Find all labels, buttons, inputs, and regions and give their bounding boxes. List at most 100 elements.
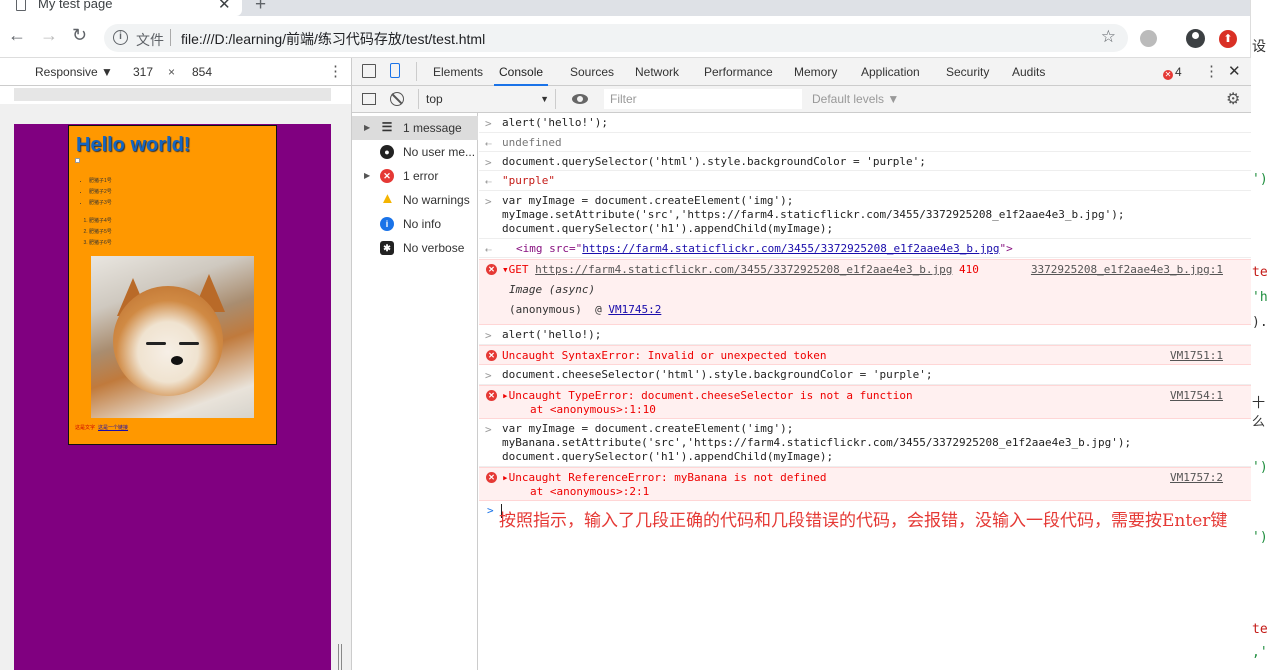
footer-link[interactable]: 这是一个链接 (98, 425, 128, 431)
sidebar-item-label: No warnings (403, 193, 470, 207)
console-input: var myImage = document.createElement('im… (502, 422, 794, 435)
sidebar-item-messages[interactable]: ▶ ☰ 1 message (352, 116, 478, 140)
reload-button[interactable]: ↻ (72, 25, 87, 46)
console-log: > alert('hello!'); ⇠ undefined > documen… (479, 113, 1251, 670)
bg-text: ,' (1252, 645, 1268, 660)
extension-globe-icon[interactable] (1140, 30, 1157, 47)
error-icon: ✕ (1163, 70, 1173, 80)
log-levels-select[interactable]: Default levels ▼ (812, 92, 899, 106)
page-heading: Hello world! (76, 134, 191, 156)
console-input: myImage.setAttribute('src','https://farm… (502, 208, 1125, 221)
ordered-list: 肥猪子4号 肥猪子5号 肥猪子6号 (89, 216, 112, 249)
live-expression-eye-icon[interactable] (572, 94, 588, 104)
context-select[interactable]: top ▼ (418, 89, 556, 109)
input-chevron-icon: > (485, 156, 492, 169)
source-link[interactable]: VM1757:2 (1170, 471, 1223, 484)
more-options-icon[interactable]: ⋮ (328, 62, 343, 80)
console-error-row: ✕ ▸Uncaught ReferenceError: myBanana is … (479, 467, 1251, 501)
bug-icon: ✱ (380, 241, 394, 255)
dog-eye (179, 342, 199, 345)
tab-application[interactable]: Application (861, 58, 920, 86)
ruler-bar[interactable] (14, 88, 331, 101)
stack-link[interactable]: VM1745:2 (608, 303, 661, 316)
bg-text: ') (1252, 172, 1268, 187)
tab-security[interactable]: Security (946, 58, 989, 86)
sidebar-item-label: 1 error (403, 169, 439, 183)
sidebar-item-label: No user me... (403, 145, 476, 159)
error-count: 4 (1175, 65, 1182, 79)
image-link[interactable]: https://farm4.staticflickr.com/3455/3372… (582, 242, 999, 255)
device-mode-select[interactable]: Responsive ▼ (35, 65, 113, 79)
input-chevron-icon: > (485, 423, 492, 436)
tab-performance[interactable]: Performance (704, 58, 773, 86)
sidebar-item-user-messages[interactable]: ● No user me... (352, 140, 478, 164)
context-value: top (426, 92, 443, 106)
gear-icon[interactable]: ⚙ (1226, 89, 1240, 109)
new-tab-button[interactable]: + (255, 0, 266, 16)
filter-input[interactable]: Filter (604, 89, 802, 109)
element-tag-end: "> (999, 242, 1013, 255)
expand-triangle-icon[interactable]: ▶ (364, 116, 370, 140)
close-devtools-icon[interactable]: ✕ (1228, 62, 1241, 80)
info-icon[interactable]: i (113, 30, 128, 45)
tab-elements[interactable]: Elements (433, 58, 483, 86)
console-input-row: > document.cheeseSelector('html').style.… (479, 365, 1251, 385)
console-output: "purple" (502, 174, 555, 187)
output-chevron-icon: ⇠ (485, 137, 492, 150)
account-avatar-icon[interactable] (1186, 29, 1205, 48)
url-text[interactable]: file:///D:/learning/前端/练习代码存放/test/test.… (181, 29, 485, 49)
viewport-width-input[interactable]: 317 (133, 65, 153, 79)
sidebar-item-warnings[interactable]: ▲ No warnings (352, 188, 478, 212)
tab-audits[interactable]: Audits (1012, 58, 1045, 86)
stack-frame: (anonymous) @ VM1745:2 (509, 303, 661, 317)
dog-nose (171, 356, 183, 365)
bg-text: ') (1252, 460, 1268, 475)
bg-text: 'h (1252, 290, 1268, 305)
console-output: <img src="https://farm4.staticflickr.com… (516, 242, 1013, 256)
info-icon: i (380, 217, 394, 231)
viewport-height-input[interactable]: 854 (192, 65, 212, 79)
source-link[interactable]: VM1754:1 (1170, 389, 1223, 402)
extension-shield-icon[interactable]: ⬆ (1219, 30, 1237, 48)
annotation-text: 按照指示，输入了几段正确的代码和几段错误的代码，会报错，没输入一段代码，需要按E… (499, 511, 1228, 531)
console-prompt[interactable]: > 按照指示，输入了几段正确的代码和几段错误的代码，会报错，没输入一段代码，需要… (479, 501, 1251, 670)
tab-sources[interactable]: Sources (570, 58, 614, 86)
device-toolbar: Responsive ▼ 317 × 854 ⋮ (0, 58, 351, 86)
page-body: Hello world! 肥猪子1号 肥猪子2号 肥猪子3号 肥猪子4号 肥猪子… (68, 125, 277, 445)
sidebar-item-label: No info (403, 217, 442, 231)
media-query-bar (0, 86, 351, 104)
bookmark-star-icon[interactable]: ☆ (1101, 27, 1116, 47)
sidebar-item-info[interactable]: i No info (352, 212, 478, 236)
forward-button[interactable]: → (40, 25, 58, 46)
error-counter[interactable]: ✕ 4 (1163, 65, 1182, 80)
list-icon: ☰ (381, 120, 393, 134)
address-bar[interactable]: i 文件 file:///D:/learning/前端/练习代码存放/test/… (104, 24, 1128, 52)
device-toggle-icon[interactable] (390, 63, 400, 78)
inspect-element-icon[interactable] (362, 64, 376, 78)
prompt-chevron-icon: > (487, 504, 494, 517)
tab-network[interactable]: Network (635, 58, 679, 86)
expand-triangle-icon[interactable]: ▶ (364, 164, 370, 188)
source-link[interactable]: 3372925208_e1f2aae4e3_b.jpg:1 (1031, 263, 1223, 276)
console-input: myBanana.setAttribute('src','https://far… (502, 436, 1132, 449)
sidebar-toggle-icon[interactable] (362, 93, 376, 105)
back-button[interactable]: ← (8, 25, 26, 46)
tab-console[interactable]: Console (494, 58, 549, 86)
bg-text: ') (1252, 530, 1268, 545)
source-link[interactable]: VM1751:1 (1170, 349, 1223, 362)
close-tab-icon[interactable]: ✕ (218, 0, 231, 13)
resize-handle[interactable] (337, 644, 343, 670)
clear-console-icon[interactable] (390, 92, 404, 106)
console-input-row: > var myImage = document.createElement('… (479, 419, 1251, 467)
list-item: 肥猪子1号 (89, 176, 112, 187)
tab-memory[interactable]: Memory (794, 58, 837, 86)
page-footer: 这是文字 这是一个链接 (75, 424, 128, 431)
console-input: document.cheeseSelector('html').style.ba… (502, 368, 933, 381)
sidebar-item-errors[interactable]: ▶ ✕ 1 error (352, 164, 478, 188)
customize-menu-icon[interactable]: ⋮ (1204, 62, 1219, 80)
sidebar-item-verbose[interactable]: ✱ No verbose (352, 236, 478, 260)
browser-tab[interactable]: My test page ✕ (0, 0, 242, 16)
emulated-viewport: Hello world! 肥猪子1号 肥猪子2号 肥猪子3号 肥猪子4号 肥猪子… (14, 124, 331, 670)
console-output-row: ⇠ "purple" (479, 171, 1251, 191)
error-url[interactable]: https://farm4.staticflickr.com/3455/3372… (535, 263, 952, 276)
